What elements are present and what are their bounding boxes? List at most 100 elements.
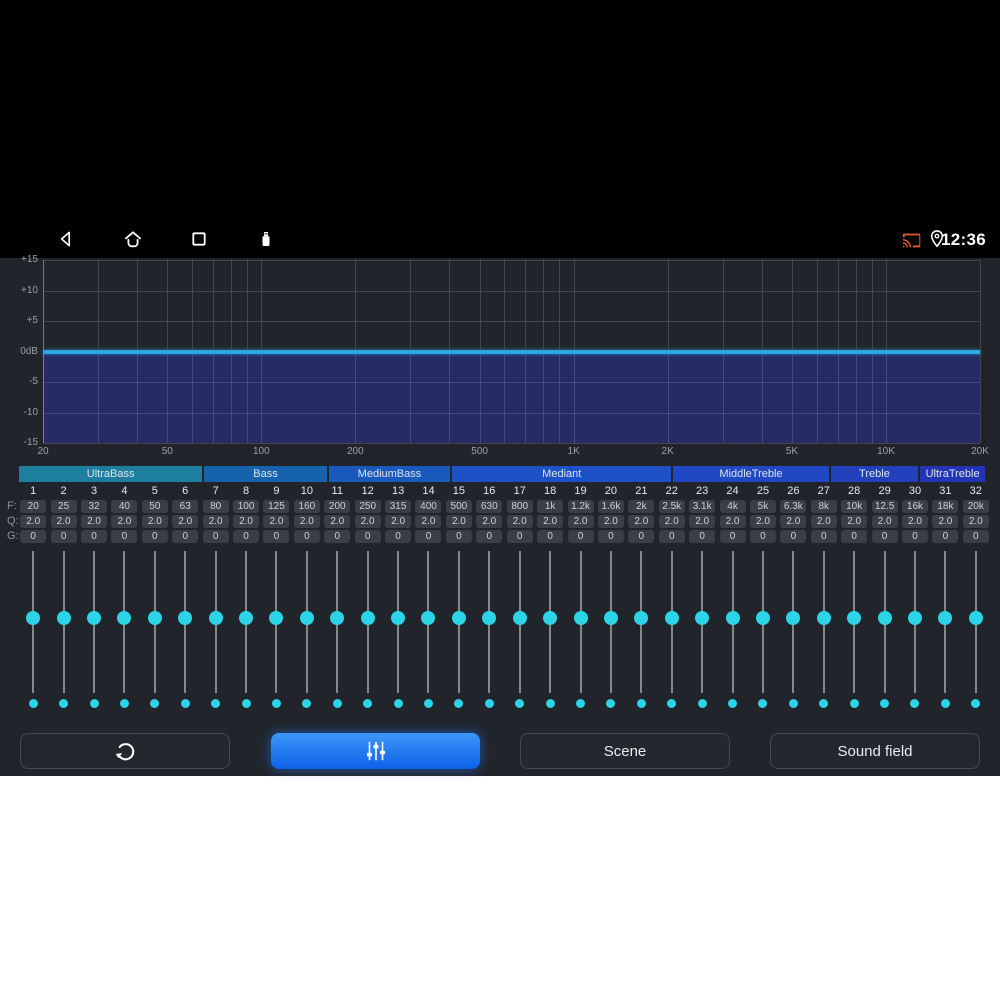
gain-slider-knob[interactable] (634, 611, 649, 625)
gain-slider-knob[interactable] (391, 611, 406, 625)
gain-slider-track[interactable] (786, 551, 801, 693)
band-number: 26 (787, 484, 800, 497)
usb-icon[interactable] (255, 228, 277, 250)
band-gain-value: 0 (324, 529, 351, 543)
gain-slider-knob[interactable] (938, 611, 953, 625)
gain-slider-track[interactable] (573, 551, 588, 693)
gain-slider-knob[interactable] (877, 611, 892, 625)
gain-slider-knob[interactable] (512, 611, 527, 625)
gain-slider-track[interactable] (755, 551, 770, 693)
gain-slider-knob[interactable] (360, 611, 375, 625)
gain-slider-track[interactable] (968, 551, 983, 693)
sound-field-button[interactable]: Sound field (770, 733, 980, 769)
gain-slider-track[interactable] (847, 551, 862, 693)
recents-icon[interactable] (188, 228, 210, 250)
gain-slider-track[interactable] (907, 551, 922, 693)
band-frequency-value: 2k (628, 499, 655, 513)
gain-slider-track[interactable] (421, 551, 436, 693)
band-column: 0 (778, 529, 808, 543)
graph-hgridline (43, 290, 980, 292)
gain-slider-knob[interactable] (664, 611, 679, 625)
gain-slider-track[interactable] (147, 551, 162, 693)
band-gain-value: 0 (50, 529, 77, 543)
eq-curve-line (43, 349, 980, 354)
gain-slider-track[interactable] (56, 551, 71, 693)
gain-slider-knob[interactable] (968, 611, 983, 625)
band-column: 0 (809, 529, 839, 543)
reset-button[interactable] (20, 733, 230, 769)
gain-slider-track[interactable] (695, 551, 710, 693)
gain-slider-track[interactable] (208, 551, 223, 693)
gain-slider-knob[interactable] (573, 611, 588, 625)
gain-slider-track[interactable] (512, 551, 527, 693)
gain-slider-knob[interactable] (299, 611, 314, 625)
gain-slider-track[interactable] (664, 551, 679, 693)
gain-slider-knob[interactable] (330, 611, 345, 625)
gain-slider-knob[interactable] (208, 611, 223, 625)
gain-slider-track[interactable] (725, 551, 740, 693)
band-column: 20 (596, 484, 626, 497)
band-number: 22 (665, 484, 678, 497)
gain-slider-knob[interactable] (603, 611, 618, 625)
band-column (79, 698, 109, 708)
band-column (383, 698, 413, 708)
gain-slider-knob[interactable] (26, 611, 41, 625)
band-column: 13 (383, 484, 413, 497)
gain-slider-track[interactable] (482, 551, 497, 693)
gain-slider-knob[interactable] (178, 611, 193, 625)
gain-slider-knob[interactable] (907, 611, 922, 625)
gain-slider-track[interactable] (634, 551, 649, 693)
scene-button[interactable]: Scene (520, 733, 730, 769)
gain-slider-track[interactable] (239, 551, 254, 693)
gain-slider-track[interactable] (816, 551, 831, 693)
band-column (474, 548, 504, 694)
gain-slider-track[interactable] (269, 551, 284, 693)
gain-slider-track[interactable] (87, 551, 102, 693)
gain-slider-knob[interactable] (239, 611, 254, 625)
gain-slider-knob[interactable] (147, 611, 162, 625)
band-q-value: 2.0 (111, 514, 138, 528)
gain-slider-track[interactable] (299, 551, 314, 693)
gain-slider-track[interactable] (330, 551, 345, 693)
band-column: 2.0 (809, 514, 839, 528)
gain-slider-knob[interactable] (543, 611, 558, 625)
gain-slider-knob[interactable] (695, 611, 710, 625)
cast-icon[interactable] (901, 229, 921, 249)
band-column: 1.6k (596, 499, 626, 513)
back-icon[interactable] (55, 228, 77, 250)
gain-slider-knob[interactable] (482, 611, 497, 625)
band-number: 16 (483, 484, 496, 497)
band-indicator-dot (758, 698, 768, 708)
band-column: 31 (930, 484, 960, 497)
band-frequency-value: 8k (810, 499, 837, 513)
equalizer-tab-button[interactable] (271, 733, 480, 769)
band-frequency-value: 200 (324, 499, 351, 513)
band-column (444, 698, 474, 708)
band-q-value: 2.0 (293, 514, 320, 528)
gain-slider-track[interactable] (543, 551, 558, 693)
gain-slider-knob[interactable] (847, 611, 862, 625)
gain-slider-knob[interactable] (87, 611, 102, 625)
home-icon[interactable] (122, 228, 144, 250)
gain-slider-knob[interactable] (56, 611, 71, 625)
gain-slider-knob[interactable] (755, 611, 770, 625)
gain-slider-track[interactable] (117, 551, 132, 693)
gain-slider-knob[interactable] (269, 611, 284, 625)
gain-slider-track[interactable] (451, 551, 466, 693)
gain-slider-track[interactable] (938, 551, 953, 693)
band-column (626, 548, 656, 694)
gain-slider-track[interactable] (877, 551, 892, 693)
gain-slider-knob[interactable] (117, 611, 132, 625)
gain-slider-knob[interactable] (421, 611, 436, 625)
gain-slider-track[interactable] (178, 551, 193, 693)
gain-slider-track[interactable] (391, 551, 406, 693)
band-column: 3.1k (687, 499, 717, 513)
gain-slider-track[interactable] (360, 551, 375, 693)
gain-slider-knob[interactable] (786, 611, 801, 625)
gain-slider-track[interactable] (603, 551, 618, 693)
gain-slider-track[interactable] (26, 551, 41, 693)
gain-slider-knob[interactable] (816, 611, 831, 625)
band-column: 5k (748, 499, 778, 513)
gain-slider-knob[interactable] (451, 611, 466, 625)
gain-slider-knob[interactable] (725, 611, 740, 625)
